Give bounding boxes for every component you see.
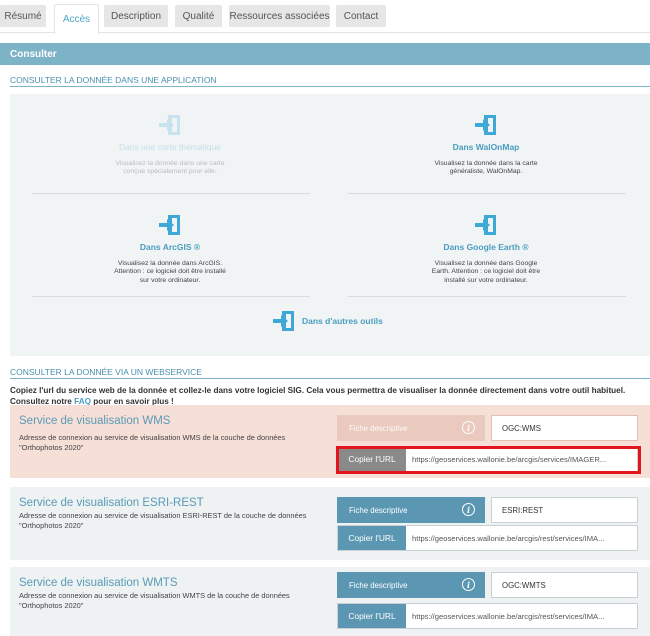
service-title: Service de visualisation ESRI-REST [19,497,204,509]
app-title-google-earth: Dans Google Earth ® [443,242,529,252]
app-title-thematique: Dans une carte thématique [118,142,222,152]
service-title: Service de visualisation WMTS [19,577,178,589]
service-type-field: OGC:WMS [491,415,638,441]
url-field[interactable]: https://geoservices.wallonie.be/arcgis/r… [406,604,637,628]
app-item-google-earth[interactable]: Dans Google Earth ® Visualisez la donnée… [376,214,596,285]
highlight-frame [336,446,641,474]
app-desc-walonmap: Visualisez la donnée dans la carte génér… [434,160,538,176]
service-description: Adresse de connexion au service de visua… [19,433,286,452]
tab-contact[interactable]: Contact [336,5,386,27]
fiche-descriptive-button[interactable]: Fiche descriptive i [337,572,485,598]
app-title-autres-outils: Dans d'autres outils [302,316,383,326]
app-desc-google-earth: Visualisez la donnée dans Google Earth. … [431,260,541,284]
app-item-walonmap[interactable]: Dans WalOnMap Visualisez la donnée dans … [376,114,596,177]
tab-resume[interactable]: Résumé [0,5,46,27]
app-item-autres-outils[interactable]: Dans d'autres outils [272,310,383,332]
login-icon [273,311,294,331]
service-wmts: Service de visualisation WMTS Adresse de… [10,567,650,636]
separator [348,296,626,297]
service-esri-rest: Service de visualisation ESRI-REST Adres… [10,487,650,560]
url-row: Copier l'URL https://geoservices.walloni… [337,603,638,629]
info-icon: i [462,421,475,434]
separator [32,296,310,297]
login-icon [159,215,180,235]
section-title-webservice: CONSULTER LA DONNÉE VIA UN WEBSERVICE [10,367,202,377]
tab-description[interactable]: Description [104,5,168,27]
fiche-label: Fiche descriptive [349,505,408,515]
url-row: Copier l'URL https://geoservices.walloni… [337,525,638,551]
login-icon [159,115,180,135]
fiche-label: Fiche descriptive [349,580,408,590]
section-divider [10,378,650,379]
info-icon: i [462,578,475,591]
fiche-label: Fiche descriptive [349,423,408,433]
tab-bar: Résumé Accès Description Qualité Ressour… [0,0,650,34]
service-type-field: OGC:WMTS [491,572,638,598]
app-item-arcgis[interactable]: Dans ArcGIS ® Visualisez la donnée dans … [60,214,280,285]
tab-acces[interactable]: Accès [54,4,99,34]
login-icon [475,215,496,235]
tab-ressources-associees[interactable]: Ressources associées [229,5,330,27]
service-type-field: ESRI:REST [491,497,638,523]
app-title-arcgis: Dans ArcGIS ® [139,242,201,252]
app-title-walonmap: Dans WalOnMap [452,142,520,152]
separator [32,193,310,194]
consulter-header: Consulter [0,43,650,65]
section-title-application: CONSULTER LA DONNÉE DANS UNE APPLICATION [10,75,217,85]
service-description: Adresse de connexion au service de visua… [19,591,290,610]
fiche-descriptive-button[interactable]: Fiche descriptive i [337,415,485,441]
app-desc-thematique: Visualisez la donnée dans une carte conç… [115,160,225,176]
copy-url-button[interactable]: Copier l'URL [338,604,406,628]
app-item-thematique[interactable]: Dans une carte thématique Visualisez la … [60,114,280,177]
copy-url-button[interactable]: Copier l'URL [338,526,406,550]
service-title: Service de visualisation WMS [19,415,171,427]
separator [348,193,626,194]
tab-qualite[interactable]: Qualité [175,5,222,27]
fiche-descriptive-button[interactable]: Fiche descriptive i [337,497,485,523]
section-divider [10,86,650,87]
application-panel: Dans une carte thématique Visualisez la … [10,94,650,356]
info-icon: i [462,503,475,516]
service-description: Adresse de connexion au service de visua… [19,511,307,530]
url-field[interactable]: https://geoservices.wallonie.be/arcgis/r… [406,526,637,550]
login-icon [475,115,496,135]
app-desc-arcgis: Visualisez la donnée dans ArcGIS. Attent… [114,260,226,284]
